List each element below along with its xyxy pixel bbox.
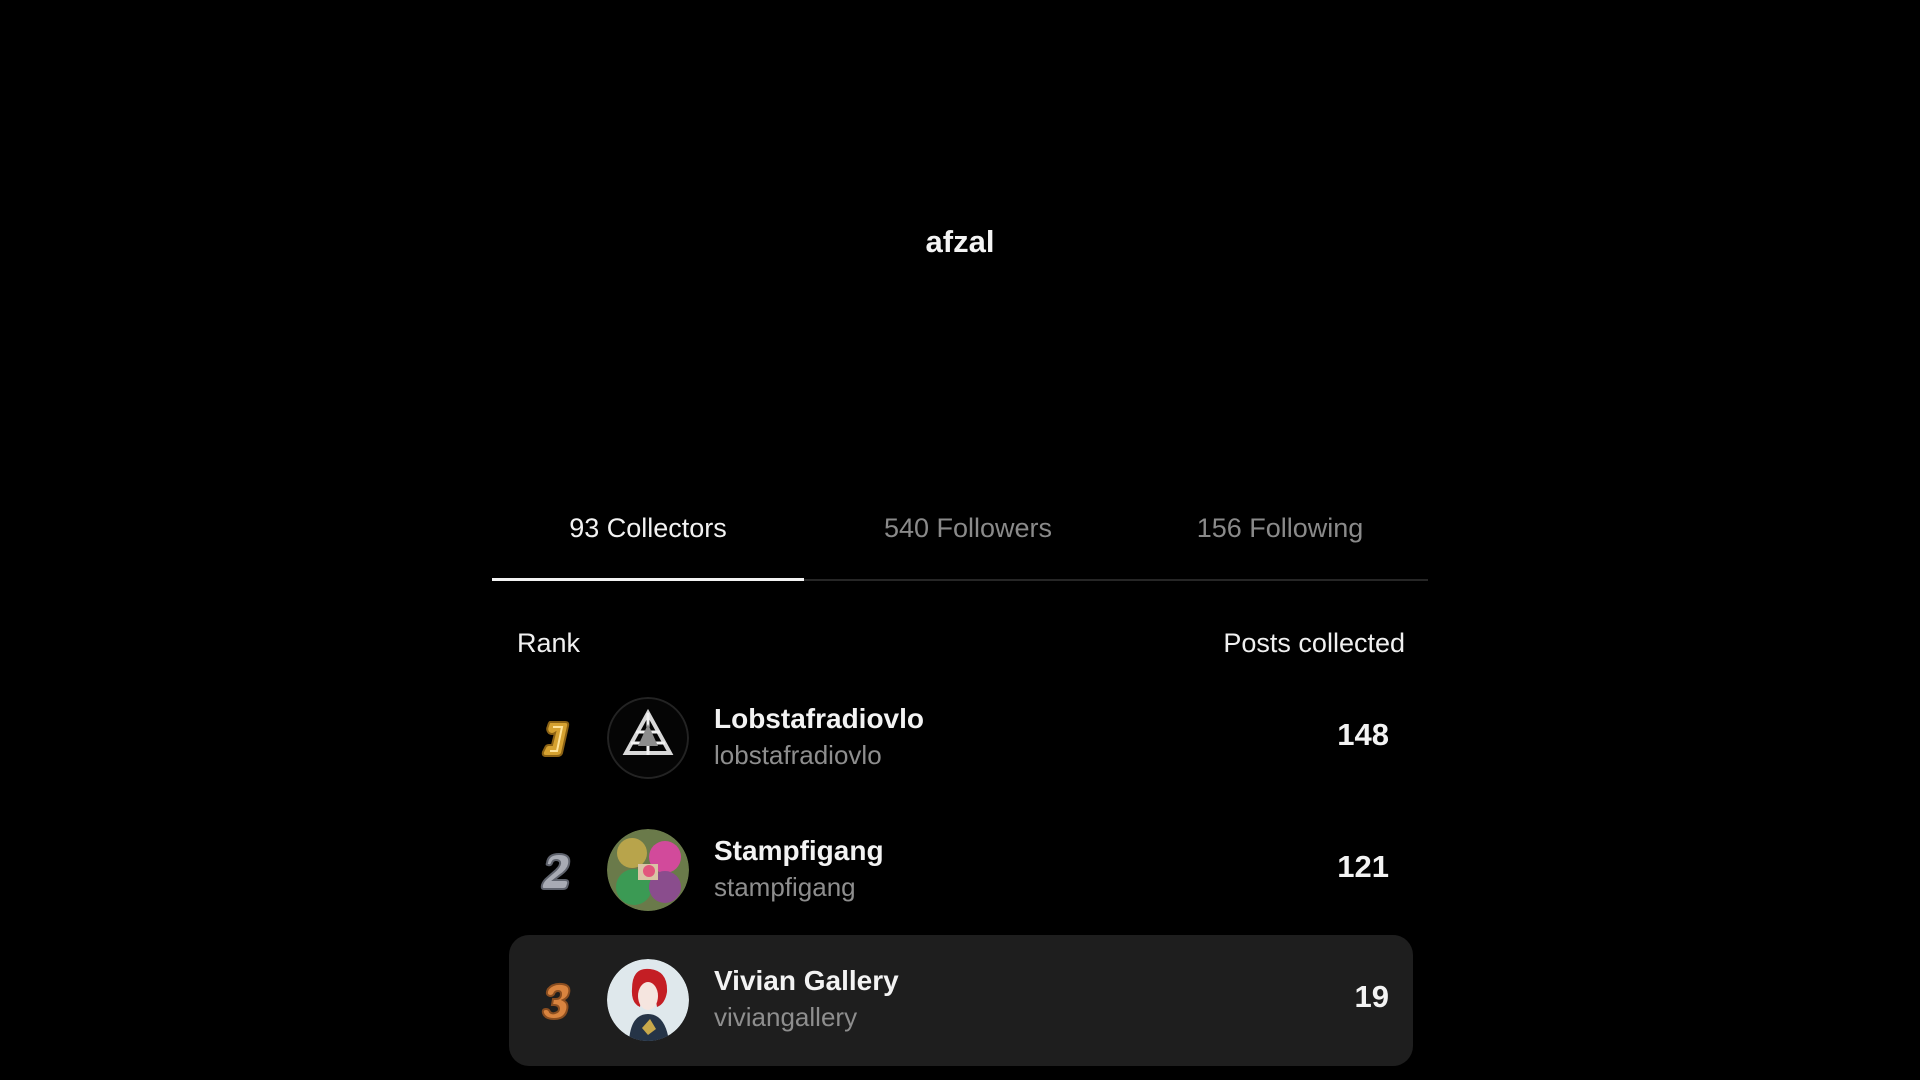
collector-row-1[interactable]: Lobstafradiovlo lobstafradiovlo 148 — [509, 673, 1413, 804]
avatar-stampfigang[interactable] — [607, 829, 689, 911]
posts-collected-count: 148 — [1337, 717, 1389, 752]
profile-tabs: 93 Collectors 540 Followers 156 Followin… — [492, 486, 1428, 581]
avatar-viviangallery[interactable] — [607, 959, 689, 1041]
bronze-rank-3-icon — [541, 982, 571, 1021]
collectors-panel: afzal 93 Collectors 540 Followers 156 Fo… — [492, 196, 1428, 1066]
profile-title: afzal — [925, 224, 995, 259]
collector-name: Stampfigang — [714, 835, 884, 866]
collector-handle: viviangallery — [714, 1002, 858, 1032]
tab-collectors[interactable]: 93 Collectors — [492, 504, 804, 552]
tab-following[interactable]: 156 Following — [1132, 504, 1428, 552]
active-tab-underline — [492, 578, 804, 581]
collector-row-3[interactable]: Vivian Gallery viviangallery 19 — [509, 935, 1413, 1066]
gold-rank-1-icon — [541, 721, 570, 757]
avatar-lobstafradiovlo[interactable] — [607, 697, 689, 779]
collector-name: Lobstafradiovlo — [714, 703, 925, 734]
posts-collected-column-header: Posts collected — [1223, 628, 1405, 658]
posts-collected-count: 19 — [1354, 979, 1389, 1014]
posts-collected-count: 121 — [1337, 849, 1389, 884]
collector-handle: stampfigang — [714, 872, 856, 902]
collector-handle: lobstafradiovlo — [714, 740, 882, 770]
collector-row-2[interactable]: Stampfigang stampfigang 121 — [509, 805, 1413, 936]
collector-name: Vivian Gallery — [714, 965, 899, 996]
silver-rank-2-icon — [540, 852, 571, 890]
tab-followers[interactable]: 540 Followers — [804, 504, 1132, 552]
rank-column-header: Rank — [517, 628, 581, 658]
